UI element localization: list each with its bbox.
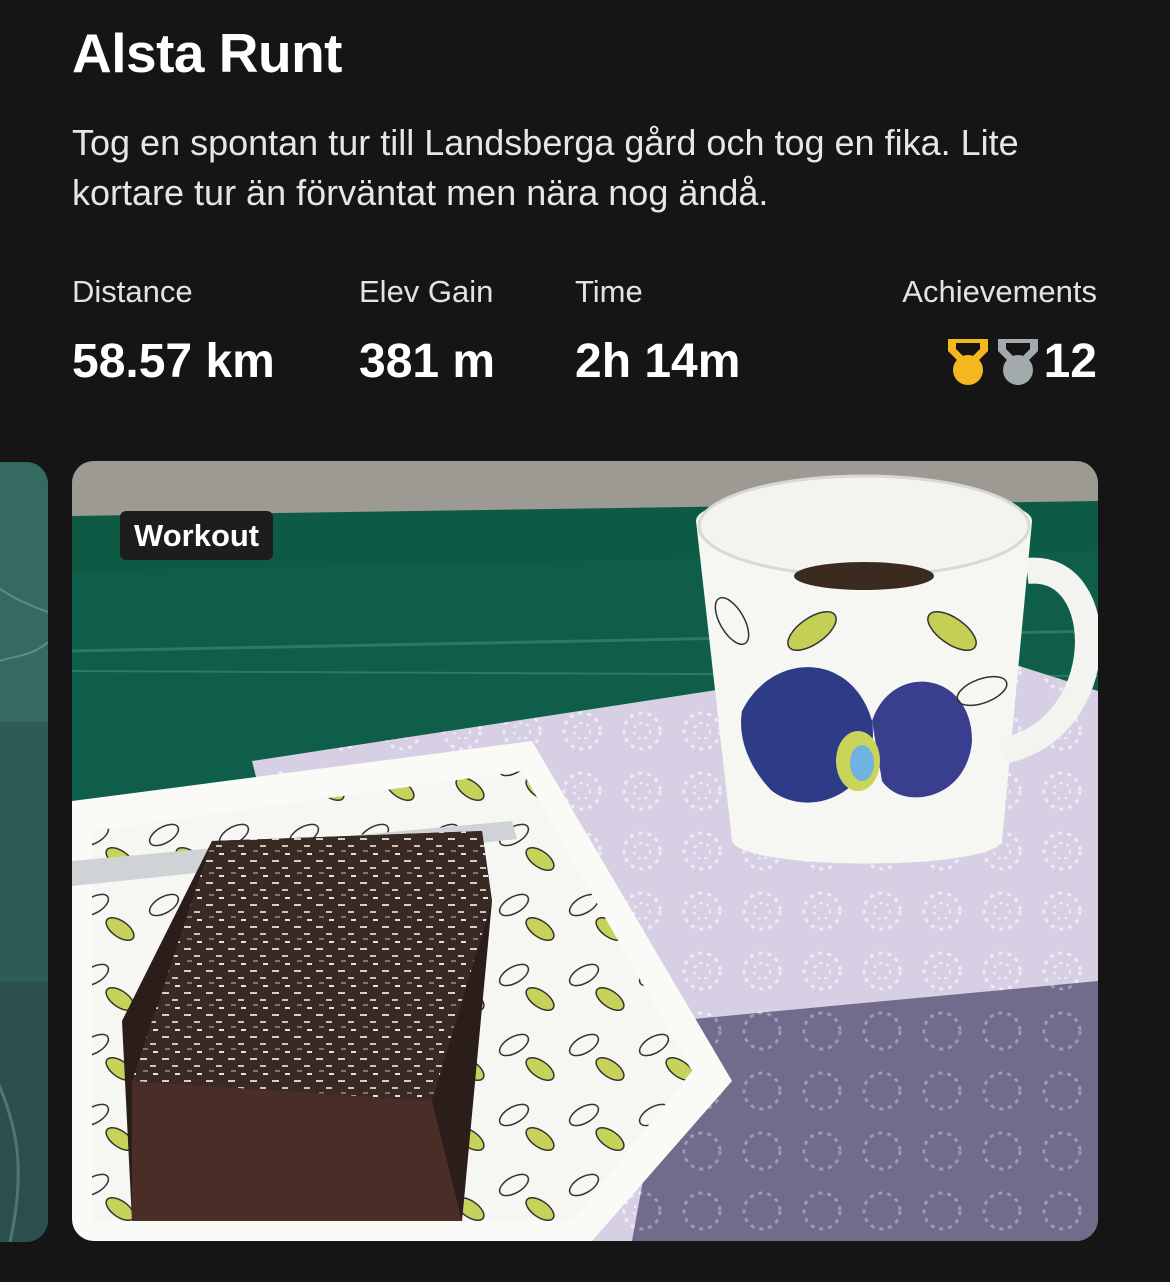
achievements-row: 12 <box>902 332 1097 392</box>
stat-elev-gain-value: 381 m <box>359 335 496 388</box>
stat-achievements[interactable]: Achievements 12 <box>902 272 1097 392</box>
stat-time: Time 2h 14m <box>575 272 740 392</box>
activity-title: Alsta Runt <box>72 22 343 84</box>
stat-distance: Distance 58.57 km <box>72 272 275 392</box>
achievements-count: 12 <box>1043 335 1097 388</box>
activity-page: Alsta Runt Tog en spontan tur till Lands… <box>0 0 1170 1282</box>
silver-medal-icon <box>994 337 1042 387</box>
gold-medal-icon <box>944 337 992 387</box>
activity-description: Tog en spontan tur till Landsberga gård … <box>72 122 1019 213</box>
previous-media-card[interactable] <box>0 462 48 1242</box>
stat-achievements-label: Achievements <box>902 274 1097 309</box>
stat-distance-value: 58.57 km <box>72 335 275 388</box>
stat-elev-gain: Elev Gain 381 m <box>359 272 495 392</box>
activity-photo[interactable] <box>72 461 1098 1241</box>
workout-badge: Workout <box>120 511 274 560</box>
stat-time-value: 2h 14m <box>575 335 741 388</box>
stat-distance-label: Distance <box>72 274 193 309</box>
stat-elev-gain-label: Elev Gain <box>359 274 494 309</box>
stat-time-label: Time <box>575 274 643 309</box>
photo-illustration <box>72 461 1098 1241</box>
